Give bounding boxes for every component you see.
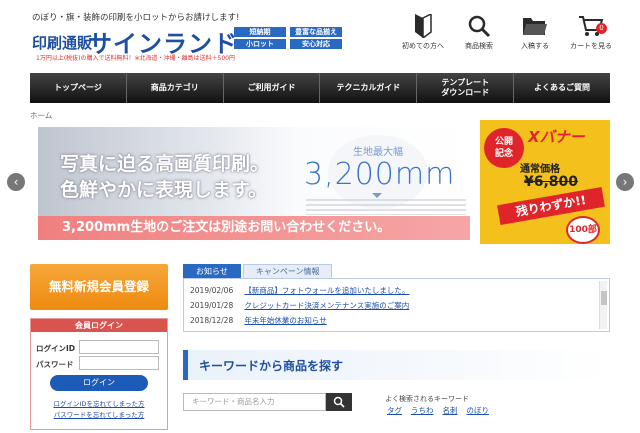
promo-badge: 公開 記念 [484, 128, 524, 168]
tagline: のぼり・旗・装飾の印刷を小ロットからお請けします! [32, 13, 240, 23]
forgot-id-link[interactable]: ログインIDを忘れてしまった方 [31, 398, 167, 408]
keyword-search-input[interactable]: キーワード・商品名入力 [183, 393, 326, 411]
news-list: 2019/02/06 【新商品】フォトウォールを追加いたしました。 2019/0… [183, 278, 610, 332]
hero-max-width-label: 生地最大幅 [353, 147, 403, 158]
cart-link[interactable]: 0 カートを見る [566, 14, 616, 51]
shipping-note: 1万円以上(税抜)の購入で送料無料！※北海道・沖縄・離島は送料＋500円 [36, 55, 235, 62]
news-link[interactable]: 【新商品】フォトウォールを追加いたしました。 [244, 286, 409, 295]
keyword-tag[interactable]: 名刺 [443, 405, 458, 416]
header-icons: 初めての方へ 商品検索 入稿する 0 カートを見る [398, 14, 616, 51]
login-id-input[interactable] [79, 340, 159, 354]
news-scrollbar[interactable] [599, 281, 607, 329]
folder-icon [523, 18, 547, 35]
keyword-tag[interactable]: のぼり [467, 405, 490, 416]
login-id-label: ログインID [36, 344, 76, 353]
promo-title: Xバナー [528, 128, 585, 146]
hero-notice-band: 3,200mm生地のご注文は別途お問い合わせください。 [38, 216, 470, 240]
forgot-password-link[interactable]: パスワードを忘れてしまった方 [31, 409, 167, 419]
keyword-search-button[interactable] [326, 393, 352, 411]
nav-guide[interactable]: ご利用ガイド [224, 73, 321, 103]
site-header: のぼり・旗・装飾の印刷を小ロットからお請けします! 印刷通販 サインランド 1万… [0, 0, 640, 72]
popular-keywords: タグ うちわ 名刺 のぼり [387, 405, 489, 416]
keyword-tag[interactable]: タグ [387, 405, 402, 416]
upload-link[interactable]: 入稿する [510, 14, 560, 51]
slider-prev-button[interactable]: ‹ [7, 173, 25, 191]
promo-quantity: 100部 [566, 216, 600, 244]
promo-price-label: 通常価格 [520, 164, 560, 175]
breadcrumb[interactable]: ホーム [30, 110, 52, 121]
hero-slide[interactable]: 写真に迫る高画質印刷。 色鮮やかに表現します。 生地最大幅 3,200mm 3,… [38, 127, 470, 240]
main-nav: トップページ 商品カテゴリ ご利用ガイド テクニカルガイド テンプレート ダウン… [30, 73, 610, 103]
beginners-label: 初めての方へ [402, 42, 444, 50]
nav-template-download[interactable]: テンプレート ダウンロード [417, 73, 515, 103]
login-button[interactable]: ログイン [50, 375, 148, 391]
tab-news[interactable]: お知らせ [183, 264, 241, 278]
badge-fast: 短納期 [234, 27, 286, 37]
hero-down-triangle-icon [372, 193, 382, 198]
register-button[interactable]: 無料新規会員登録 [30, 264, 168, 310]
news-date: 2019/02/06 [190, 286, 234, 295]
cart-count: 0 [596, 23, 607, 34]
beginners-link[interactable]: 初めての方へ [398, 14, 448, 51]
news-item: 2019/02/06 【新商品】フォトウォールを追加いたしました。 [190, 285, 409, 296]
badge-trust: 安心対応 [290, 39, 342, 49]
nav-categories[interactable]: 商品カテゴリ [127, 73, 224, 103]
slider-next-button[interactable]: › [616, 173, 634, 191]
product-search-label: 商品検索 [465, 42, 493, 50]
badge-small-lot: 小ロット [234, 39, 286, 49]
news-scrollbar-thumb[interactable] [601, 291, 607, 305]
section-accent-bar [183, 350, 188, 380]
login-panel: 会員ログイン ログインID パスワード ログイン ログインIDを忘れてしまった方… [30, 318, 168, 430]
badge-variety: 豊富な品揃え [290, 27, 342, 37]
popular-keywords-label: よく検索されるキーワード [385, 395, 469, 403]
nav-technical-guide[interactable]: テクニカルガイド [320, 73, 418, 103]
feature-badges: 短納期 豊富な品揃え 小ロット 安心対応 [234, 27, 344, 49]
logo-small-text[interactable]: 印刷通販 [32, 32, 92, 53]
news-tabs: お知らせ キャンペーン情報 [183, 264, 334, 278]
beginner-mark-icon [415, 14, 432, 38]
nav-top[interactable]: トップページ [30, 73, 127, 103]
search-icon [468, 15, 491, 38]
tab-campaign[interactable]: キャンペーン情報 [242, 264, 333, 278]
hero-headline-1: 写真に迫る高画質印刷。 [60, 153, 270, 175]
promo-price: ¥6,800 [524, 174, 579, 190]
login-title: 会員ログイン [31, 319, 167, 332]
cart-label: カートを見る [570, 42, 612, 50]
keyword-section-title: キーワードから商品を探す [199, 359, 344, 373]
product-search-link[interactable]: 商品検索 [454, 14, 504, 51]
keyword-section-header: キーワードから商品を探す [183, 350, 610, 380]
search-icon [333, 396, 345, 408]
hero-max-width-value: 3,200mm [304, 157, 456, 192]
news-link[interactable]: 年末年始休業のお知らせ [244, 316, 326, 325]
news-link[interactable]: クレジットカード決済メンテナンス実施のご案内 [244, 301, 409, 310]
nav-faq[interactable]: よくあるご質問 [514, 73, 610, 103]
password-label: パスワード [36, 360, 74, 369]
password-input[interactable] [79, 356, 159, 370]
news-date: 2019/01/28 [190, 301, 234, 310]
side-promo-banner[interactable]: 公開 記念 Xバナー 通常価格 ¥6,800 残りわずか!! 100部 [480, 120, 610, 244]
keyword-tag[interactable]: うちわ [411, 405, 434, 416]
hero-headline-2: 色鮮やかに表現します。 [60, 179, 268, 201]
news-date: 2018/12/28 [190, 316, 234, 325]
hero-fine-print [306, 199, 466, 215]
news-item: 2018/12/28 年末年始休業のお知らせ [190, 315, 327, 326]
upload-label: 入稿する [521, 42, 549, 50]
news-item: 2019/01/28 クレジットカード決済メンテナンス実施のご案内 [190, 300, 409, 311]
